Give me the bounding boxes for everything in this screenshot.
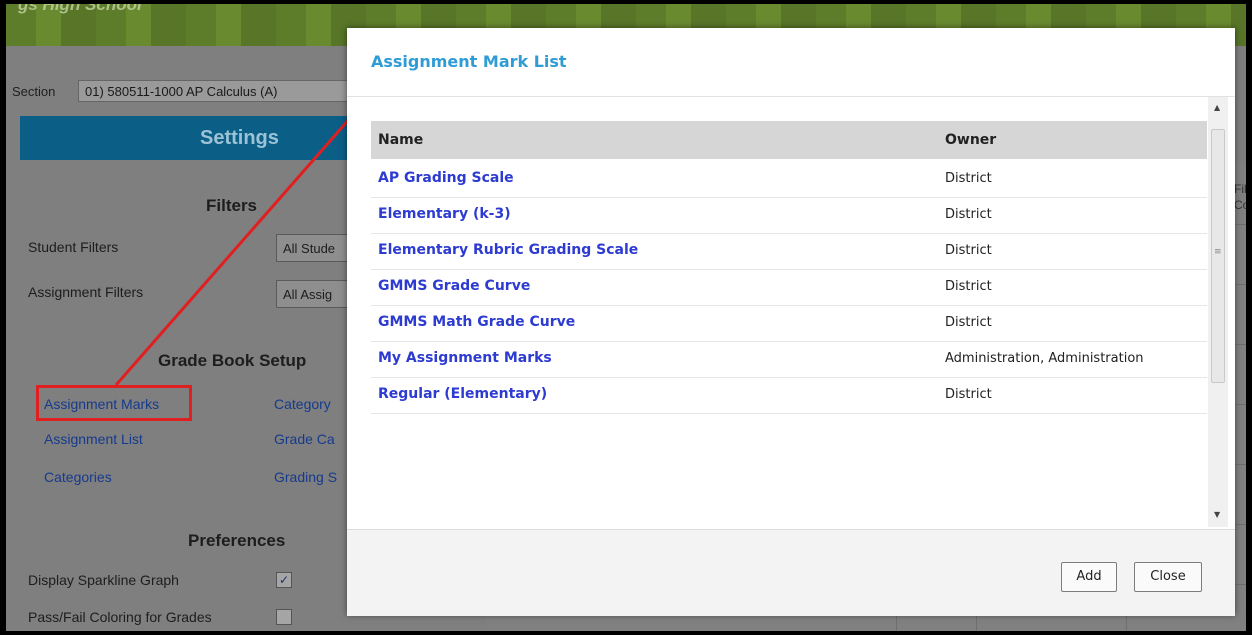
grade-calc-link[interactable]: Grade Ca — [274, 431, 335, 447]
school-title: gs High School — [18, 4, 142, 14]
table-row[interactable]: GMMS Grade Curve District — [371, 269, 1207, 306]
mark-name-link[interactable]: GMMS Math Grade Curve — [378, 314, 575, 330]
mark-name-link[interactable]: Elementary Rubric Grading Scale — [378, 242, 638, 258]
table-row[interactable]: Elementary (k-3) District — [371, 197, 1207, 234]
category-link[interactable]: Category — [274, 396, 331, 412]
table-header: Name Owner — [371, 121, 1207, 159]
gradebook-setup-heading: Grade Book Setup — [158, 351, 307, 370]
table-row[interactable]: My Assignment Marks Administration, Admi… — [371, 341, 1207, 378]
grip-icon: ≡ — [1214, 247, 1222, 257]
assignment-filters-label: Assignment Filters — [28, 284, 144, 300]
mark-name-link[interactable]: GMMS Grade Curve — [378, 278, 530, 294]
title-divider — [347, 96, 1235, 97]
column-header-owner[interactable]: Owner — [945, 132, 996, 148]
column-header-name[interactable]: Name — [378, 132, 423, 148]
mark-owner: District — [945, 315, 992, 330]
grading-scale-link[interactable]: Grading S — [274, 469, 337, 485]
scroll-down-arrow-icon[interactable]: ▼ — [1214, 510, 1220, 519]
scroll-up-arrow-icon[interactable]: ▲ — [1214, 103, 1220, 112]
mark-name-link[interactable]: AP Grading Scale — [378, 170, 514, 186]
table-row[interactable]: Regular (Elementary) District — [371, 377, 1207, 414]
dialog-footer: Add Close — [347, 529, 1235, 616]
mark-name-link[interactable]: My Assignment Marks — [378, 350, 552, 366]
passfail-checkbox[interactable] — [276, 609, 292, 625]
sparkline-checkbox[interactable]: ✓ — [276, 572, 292, 588]
assignment-list-link[interactable]: Assignment List — [44, 431, 143, 447]
preferences-heading: Preferences — [188, 531, 286, 550]
mark-owner: District — [945, 243, 992, 258]
mark-owner: Administration, Administration — [945, 351, 1144, 366]
sparkline-label: Display Sparkline Graph — [28, 572, 179, 588]
close-button[interactable]: Close — [1134, 562, 1202, 592]
mark-name-link[interactable]: Elementary (k-3) — [378, 206, 511, 222]
add-button[interactable]: Add — [1061, 562, 1117, 592]
mark-owner: District — [945, 207, 992, 222]
passfail-label: Pass/Fail Coloring for Grades — [28, 609, 212, 625]
dialog-title: Assignment Mark List — [371, 52, 567, 71]
filters-heading: Filters — [206, 196, 258, 215]
annotation-highlight-box — [36, 385, 192, 421]
student-filters-label: Student Filters — [28, 239, 119, 255]
assignment-mark-list-dialog: Assignment Mark List Name Owner AP Gradi… — [347, 28, 1235, 616]
section-select[interactable]: 01) 580511-1000 AP Calculus (A) — [78, 80, 358, 102]
mark-owner: District — [945, 387, 992, 402]
grid-header-co: Co — [1234, 198, 1246, 212]
scrollbar-thumb[interactable]: ≡ — [1211, 129, 1225, 383]
vertical-scrollbar[interactable]: ▲ ≡ ▼ — [1208, 97, 1228, 527]
section-label: Section — [12, 84, 56, 99]
mark-owner: District — [945, 171, 992, 186]
mark-list-table: Name Owner AP Grading Scale District Ele… — [371, 121, 1209, 521]
table-row[interactable]: GMMS Math Grade Curve District — [371, 305, 1207, 342]
mark-name-link[interactable]: Regular (Elementary) — [378, 386, 547, 402]
table-row[interactable]: Elementary Rubric Grading Scale District — [371, 233, 1207, 270]
mark-owner: District — [945, 279, 992, 294]
grid-header-fil: Fil — [1234, 182, 1246, 196]
categories-link[interactable]: Categories — [44, 469, 112, 485]
table-row[interactable]: AP Grading Scale District — [371, 161, 1207, 198]
